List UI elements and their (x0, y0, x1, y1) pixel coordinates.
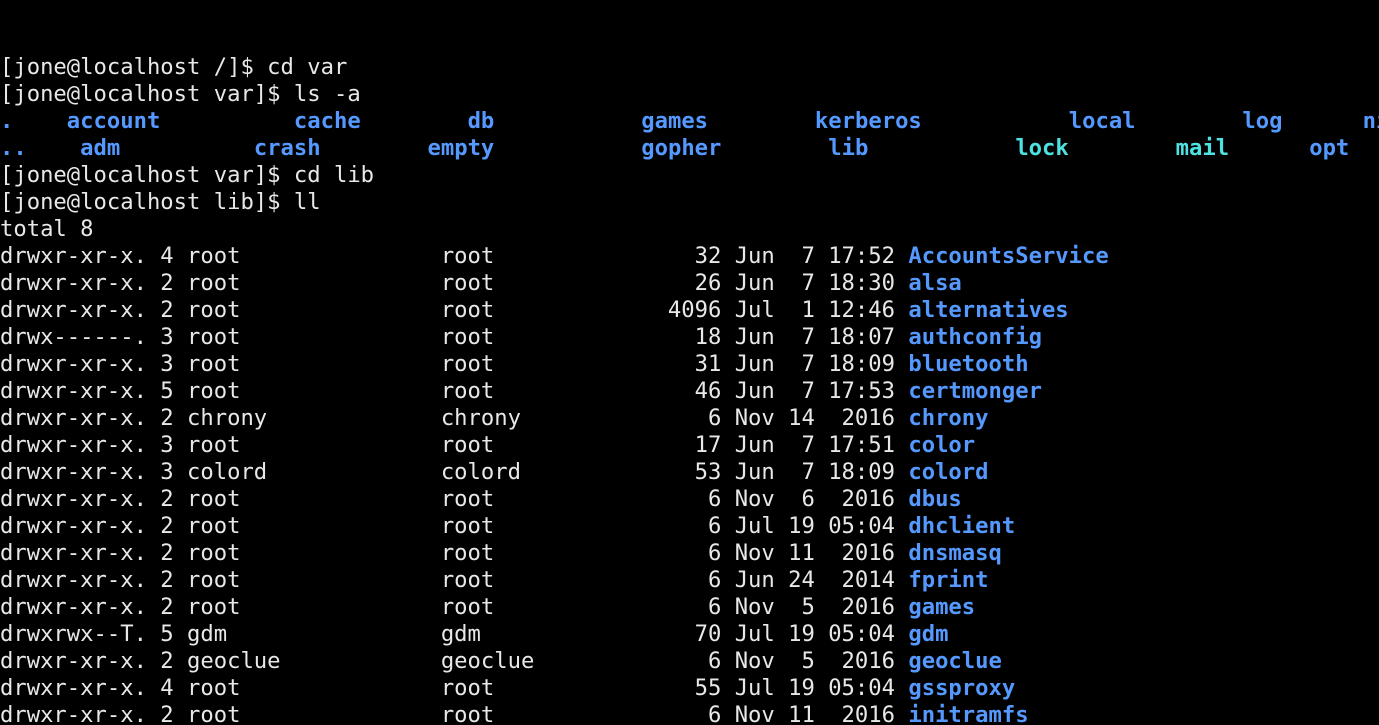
terminal-screen[interactable]: [jone@localhost /]$ cd var[jone@localhos… (0, 0, 1379, 725)
row-metadata: drwxr-xr-x. 4 root root 32 Jun 7 17:52 (0, 243, 908, 269)
table-row: drwxr-xr-x. 2 root root 6 Jul 19 05:04 d… (0, 513, 1379, 540)
ls-entry-db: db (468, 108, 495, 134)
ls-entry-dot: . (0, 108, 13, 134)
row-metadata: drwxr-xr-x. 2 root root 6 Nov 11 2016 (0, 702, 908, 725)
row-filename: authconfig (908, 324, 1042, 350)
command-text: cd var (267, 54, 347, 80)
command-text: ls -a (294, 81, 361, 107)
table-row: drwxr-xr-x. 4 root root 55 Jul 19 05:04 … (0, 675, 1379, 702)
row-filename: chrony (908, 405, 988, 431)
row-filename: AccountsService (908, 243, 1108, 269)
ls-entry-adm: adm (80, 135, 120, 161)
table-row: drwx------. 3 root root 18 Jun 7 18:07 a… (0, 324, 1379, 351)
table-row: drwxr-xr-x. 2 root root 6 Nov 11 2016 dn… (0, 540, 1379, 567)
total-line: total 8 (0, 216, 1379, 243)
table-row: drwxr-xr-x. 2 root root 4096 Jul 1 12:46… (0, 297, 1379, 324)
table-row: drwxr-xr-x. 2 root root 6 Nov 11 2016 in… (0, 702, 1379, 725)
row-filename: dhclient (908, 513, 1015, 539)
command-line: [jone@localhost var]$ ls -a (0, 81, 1379, 108)
row-filename: color (908, 432, 975, 458)
table-row: drwxr-xr-x. 2 geoclue geoclue 6 Nov 5 20… (0, 648, 1379, 675)
row-metadata: drwxrwx--T. 5 gdm gdm 70 Jul 19 05:04 (0, 621, 908, 647)
ls-entry-account: account (67, 108, 161, 134)
row-metadata: drwx------. 3 root root 18 Jun 7 18:07 (0, 324, 908, 350)
row-metadata: drwxr-xr-x. 3 root root 17 Jun 7 17:51 (0, 432, 908, 458)
ls-output-row: . account cache db games kerberos local … (0, 108, 1379, 135)
row-filename: alsa (908, 270, 961, 296)
row-metadata: drwxr-xr-x. 5 root root 46 Jun 7 17:53 (0, 378, 908, 404)
row-filename: dbus (908, 486, 961, 512)
row-filename: alternatives (908, 297, 1068, 323)
row-filename: initramfs (908, 702, 1028, 725)
table-row: drwxr-xr-x. 2 chrony chrony 6 Nov 14 201… (0, 405, 1379, 432)
command-line: [jone@localhost /]$ cd var (0, 54, 1379, 81)
row-metadata: drwxr-xr-x. 2 root root 6 Nov 5 2016 (0, 594, 908, 620)
table-row: drwxr-xr-x. 2 root root 26 Jun 7 18:30 a… (0, 270, 1379, 297)
row-metadata: drwxr-xr-x. 3 root root 31 Jun 7 18:09 (0, 351, 908, 377)
row-metadata: drwxr-xr-x. 2 root root 6 Jul 19 05:04 (0, 513, 908, 539)
ls-entry-mail: mail (1176, 135, 1229, 161)
ls-entry-dotdot: .. (0, 135, 27, 161)
table-row: drwxr-xr-x. 4 root root 32 Jun 7 17:52 A… (0, 243, 1379, 270)
row-filename: games (908, 594, 975, 620)
row-filename: certmonger (908, 378, 1042, 404)
shell-prompt: [jone@localhost var]$ (0, 162, 294, 188)
terminal-output: [jone@localhost /]$ cd var[jone@localhos… (0, 54, 1379, 725)
row-metadata: drwxr-xr-x. 2 root root 6 Nov 11 2016 (0, 540, 908, 566)
command-text: cd lib (294, 162, 374, 188)
command-text: ll (294, 189, 321, 215)
table-row: drwxr-xr-x. 5 root root 46 Jun 7 17:53 c… (0, 378, 1379, 405)
ls-entry-opt: opt (1309, 135, 1349, 161)
ls-entry-log: log (1242, 108, 1282, 134)
table-row: drwxr-xr-x. 3 colord colord 53 Jun 7 18:… (0, 459, 1379, 486)
row-filename: dnsmasq (908, 540, 1002, 566)
row-metadata: drwxr-xr-x. 2 chrony chrony 6 Nov 14 201… (0, 405, 908, 431)
row-metadata: drwxr-xr-x. 3 colord colord 53 Jun 7 18:… (0, 459, 908, 485)
row-filename: colord (908, 459, 988, 485)
table-row: drwxr-xr-x. 3 root root 17 Jun 7 17:51 c… (0, 432, 1379, 459)
row-metadata: drwxr-xr-x. 4 root root 55 Jul 19 05:04 (0, 675, 908, 701)
command-line: [jone@localhost lib]$ ll (0, 189, 1379, 216)
table-row: drwxrwx--T. 5 gdm gdm 70 Jul 19 05:04 gd… (0, 621, 1379, 648)
ls-entry-empty: empty (428, 135, 495, 161)
shell-prompt: [jone@localhost lib]$ (0, 189, 294, 215)
command-line: [jone@localhost var]$ cd lib (0, 162, 1379, 189)
row-filename: bluetooth (908, 351, 1028, 377)
ls-entry-games: games (641, 108, 708, 134)
row-metadata: drwxr-xr-x. 2 geoclue geoclue 6 Nov 5 20… (0, 648, 908, 674)
ls-output-row: .. adm crash empty gopher lib lock mail … (0, 135, 1379, 162)
ls-entry-gopher: gopher (641, 135, 721, 161)
ls-entry-nis: nis (1363, 108, 1379, 134)
row-metadata: drwxr-xr-x. 2 root root 4096 Jul 1 12:46 (0, 297, 908, 323)
row-filename: gdm (908, 621, 948, 647)
table-row: drwxr-xr-x. 2 root root 6 Jun 24 2014 fp… (0, 567, 1379, 594)
ls-entry-lib: lib (828, 135, 868, 161)
shell-prompt: [jone@localhost /]$ (0, 54, 267, 80)
row-filename: geoclue (908, 648, 1002, 674)
table-row: drwxr-xr-x. 2 root root 6 Nov 5 2016 gam… (0, 594, 1379, 621)
ls-entry-lock: lock (1015, 135, 1068, 161)
row-filename: fprint (908, 567, 988, 593)
row-filename: gssproxy (908, 675, 1015, 701)
table-row: drwxr-xr-x. 3 root root 31 Jun 7 18:09 b… (0, 351, 1379, 378)
row-metadata: drwxr-xr-x. 2 root root 26 Jun 7 18:30 (0, 270, 908, 296)
total-text: total 8 (0, 216, 94, 242)
table-row: drwxr-xr-x. 2 root root 6 Nov 6 2016 dbu… (0, 486, 1379, 513)
row-metadata: drwxr-xr-x. 2 root root 6 Nov 6 2016 (0, 486, 908, 512)
shell-prompt: [jone@localhost var]$ (0, 81, 294, 107)
ls-entry-crash: crash (254, 135, 321, 161)
row-metadata: drwxr-xr-x. 2 root root 6 Jun 24 2014 (0, 567, 908, 593)
ls-entry-kerberos: kerberos (815, 108, 922, 134)
ls-entry-local: local (1069, 108, 1136, 134)
ls-entry-cache: cache (294, 108, 361, 134)
